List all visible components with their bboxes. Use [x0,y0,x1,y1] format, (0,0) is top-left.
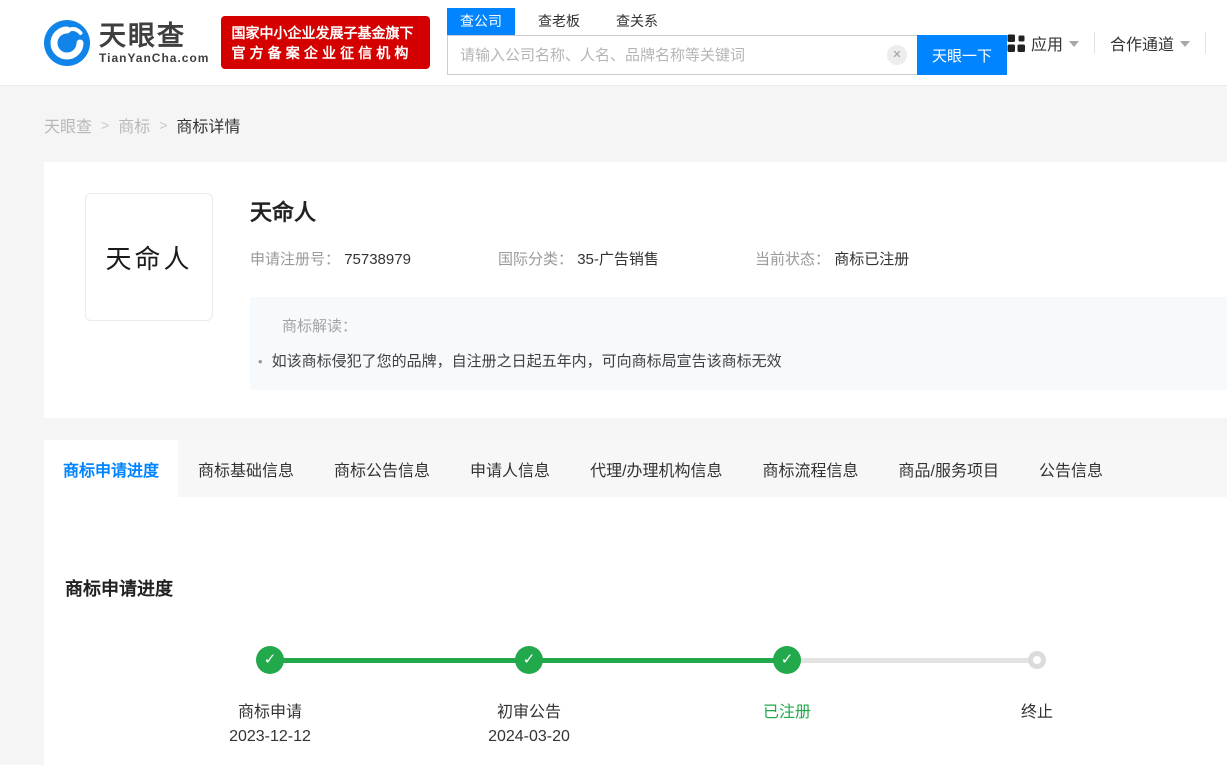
search-button[interactable]: 天眼一下 [916,35,1007,75]
trademark-image: 天命人 [85,193,213,321]
timeline-step: 商标申请 2023-12-12 [180,702,360,748]
timeline-connector-done [529,658,787,663]
chevron-down-icon [1068,40,1079,47]
certification-badge: 国家中小企业发展子基金旗下 官方备案企业征信机构 [221,16,430,69]
step-date: 2023-12-12 [229,728,311,745]
breadcrumb: 天眼查 > 商标 > 商标详情 [0,86,1227,162]
search-input[interactable] [446,35,917,75]
apps-menu[interactable]: 应用 [1007,31,1079,55]
logo-title: 天眼查 [99,20,186,51]
timeline-step: 终止 [947,702,1127,724]
intl-class-value: 35-广告销售 [577,251,659,268]
timeline-node-check-icon: ✓ [773,646,801,674]
search-tab-boss[interactable]: 查老板 [525,8,593,35]
tianyancha-logo-icon [44,19,90,66]
step-label: 初审公告 [496,704,561,721]
search-block: 查公司 查老板 查关系 ✕ 天眼一下 [446,8,1007,75]
tab-gazette-info[interactable]: 公告信息 [1019,440,1123,497]
timeline-step: 已注册 [697,702,877,724]
trademark-name: 天命人 [250,200,317,225]
clear-icon[interactable]: ✕ [886,45,907,65]
divider [1205,31,1206,54]
progress-section-title: 商标申请进度 [65,579,173,599]
tab-agency-info[interactable]: 代理/办理机构信息 [570,440,742,497]
search-tab-relation[interactable]: 查关系 [603,8,671,35]
header: 天眼查 TianYanCha.com 国家中小企业发展子基金旗下 官方备案企业征… [0,0,1227,86]
timeline-node-pending-icon [1028,651,1046,669]
detail-tabbar: 商标申请进度 商标基础信息 商标公告信息 申请人信息 代理/办理机构信息 商标流… [44,440,1227,497]
interpretation-text: 如该商标侵犯了您的品牌，自注册之日起五年内，可向商标局宣告该商标无效 [271,353,782,370]
tab-applicant-info[interactable]: 申请人信息 [450,440,570,497]
status-value: 商标已注册 [834,251,910,268]
step-date: 2024-03-20 [488,728,570,745]
interpretation-box: 商标解读： • 如该商标侵犯了您的品牌，自注册之日起五年内，可向商标局宣告该商标… [250,297,1227,390]
trademark-image-text: 天命人 [105,244,193,274]
status-label: 当前状态： [755,251,831,268]
trademark-meta-row: 申请注册号： 75738979 国际分类： 35-广告销售 当前状态： 商标已注… [250,248,1227,269]
search-row: ✕ 天眼一下 [446,35,1007,75]
timeline-node-check-icon: ✓ [515,646,543,674]
intl-class-field: 国际分类： 35-广告销售 [498,248,755,269]
tab-application-progress[interactable]: 商标申请进度 [44,440,179,497]
apps-grid-icon [1007,34,1025,52]
badge-line1: 国家中小企业发展子基金旗下 [231,24,414,41]
logo-subtitle: TianYanCha.com [99,50,210,65]
breadcrumb-home[interactable]: 天眼查 [44,113,92,137]
progress-timeline: ✓ ✓ ✓ 商标申请 2023-12-12 初审公告 2024-03-20 已注… [65,646,1227,765]
timeline-connector-pending [787,658,1037,663]
timeline-step: 初审公告 2024-03-20 [439,702,619,748]
step-label: 商标申请 [237,704,302,721]
breadcrumb-separator: > [101,117,110,133]
divider [1093,31,1095,54]
apps-label: 应用 [1030,36,1063,54]
logo-text: 天眼查 TianYanCha.com [99,21,209,65]
header-right: 应用 合作通道 [1007,31,1221,55]
timeline-node-check-icon: ✓ [256,646,284,674]
breadcrumb-current: 商标详情 [176,119,241,136]
interpretation-line: • 如该商标侵犯了您的品牌，自注册之日起五年内，可向商标局宣告该商标无效 [258,350,1207,371]
tab-basic-info[interactable]: 商标基础信息 [178,440,314,497]
step-label: 终止 [1020,704,1053,721]
progress-section: 商标申请进度 ✓ ✓ ✓ 商标申请 2023-12-12 初审公告 2024-0… [44,497,1227,765]
status-field: 当前状态： 商标已注册 [755,248,909,269]
chevron-down-icon [1180,40,1190,47]
reg-no-field: 申请注册号： 75738979 [250,248,498,269]
breadcrumb-separator: > [159,117,168,133]
search-tabs: 查公司 查老板 查关系 [446,8,1007,35]
tab-announcement-info[interactable]: 商标公告信息 [314,440,450,497]
tianyancha-logo[interactable]: 天眼查 TianYanCha.com [44,19,209,66]
trademark-info: 天命人 申请注册号： 75738979 国际分类： 35-广告销售 当前状态： … [250,193,1227,390]
intl-class-label: 国际分类： [498,251,574,268]
partner-label: 合作通道 [1109,36,1174,54]
search-input-wrap: ✕ [446,35,917,75]
interpretation-title: 商标解读： [282,318,358,335]
reg-no-label: 申请注册号： [250,251,341,268]
timeline-connector-done [270,658,529,663]
partner-menu[interactable]: 合作通道 [1110,31,1190,55]
badge-line2: 官方备案企业征信机构 [231,44,413,61]
bullet-icon: • [258,354,263,369]
reg-no-value: 75738979 [344,251,411,268]
tab-goods-services[interactable]: 商品/服务项目 [879,440,1019,497]
tab-process-info[interactable]: 商标流程信息 [743,440,879,497]
breadcrumb-trademark[interactable]: 商标 [118,113,150,137]
step-label: 已注册 [762,704,811,721]
search-tab-company[interactable]: 查公司 [446,8,515,35]
trademark-card: 天命人 天命人 申请注册号： 75738979 国际分类： 35-广告销售 当前… [44,162,1227,418]
